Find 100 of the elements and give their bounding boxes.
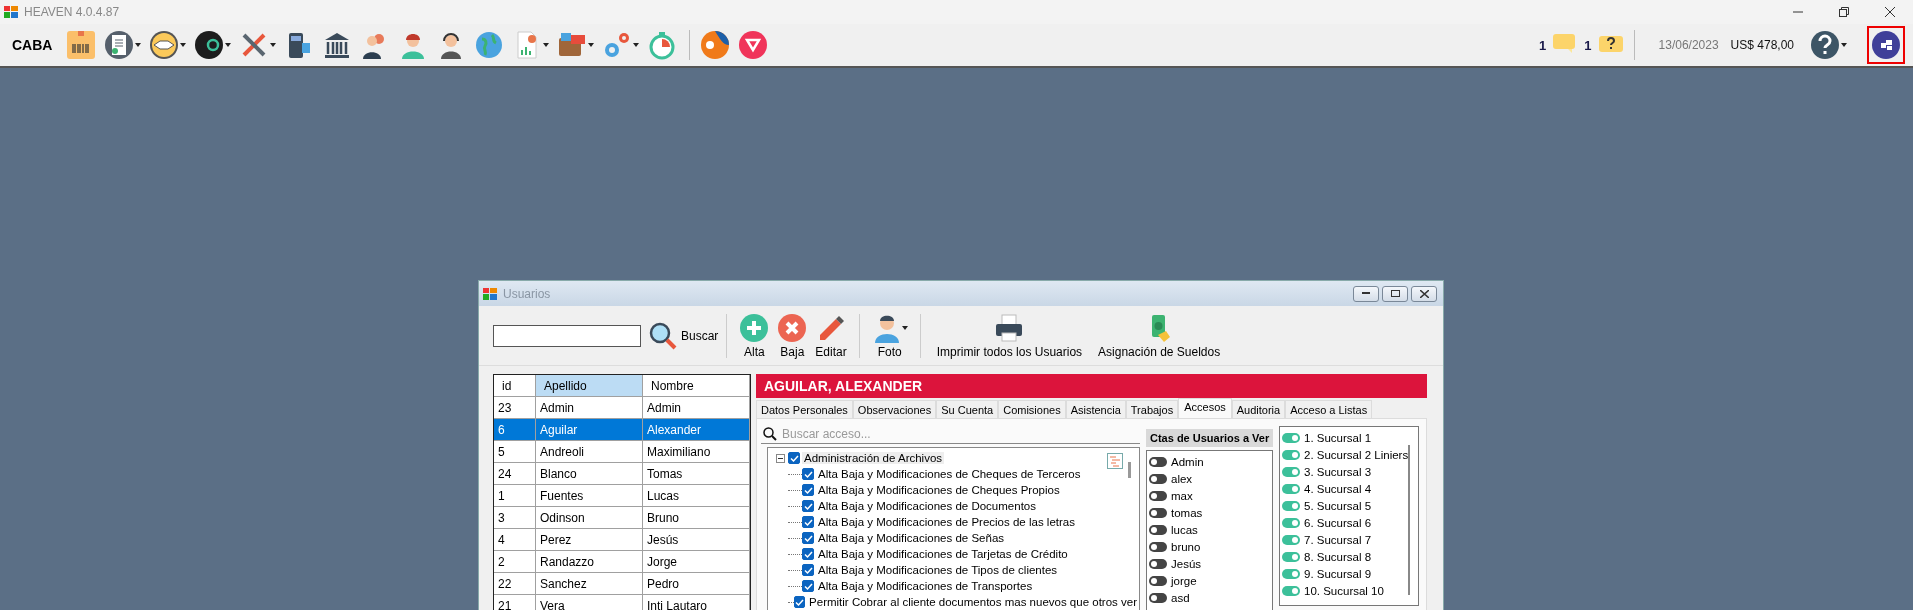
toggle-switch[interactable]: [1282, 517, 1300, 528]
close-button[interactable]: [1411, 285, 1437, 302]
table-cell[interactable]: 24: [494, 463, 536, 485]
app-button[interactable]: [738, 30, 769, 60]
tree-item-label[interactable]: Alta Baja y Modificaciones de Tipos de clientes: [816, 564, 1060, 576]
table-cell[interactable]: Bruno: [643, 507, 750, 529]
scrollbar-thumb[interactable]: [1408, 445, 1410, 595]
maximize-button[interactable]: [1382, 285, 1408, 302]
column-header[interactable]: Nombre: [643, 375, 750, 397]
toolbar-button[interactable]: Baja: [773, 312, 812, 359]
table-cell[interactable]: 6: [494, 419, 536, 441]
table-cell[interactable]: Aguilar: [536, 419, 643, 441]
checkbox[interactable]: [802, 500, 814, 512]
help-button[interactable]: [1810, 30, 1847, 60]
toggle-switch[interactable]: [1282, 449, 1300, 460]
checkbox[interactable]: [788, 452, 800, 464]
table-cell[interactable]: 5: [494, 441, 536, 463]
toggle-switch[interactable]: [1282, 534, 1300, 545]
toggle-switch[interactable]: [1282, 585, 1300, 596]
list-icon[interactable]: [1107, 453, 1123, 469]
tab[interactable]: Observaciones: [852, 400, 937, 418]
tree-item-label[interactable]: Administración de Archivos: [802, 452, 945, 464]
table-cell[interactable]: Blanco: [536, 463, 643, 485]
table-cell[interactable]: 3: [494, 507, 536, 529]
table-cell[interactable]: 23: [494, 397, 536, 419]
tree-item-label[interactable]: Alta Baja y Modificaciones de Señas: [816, 532, 1007, 544]
tree-item-label[interactable]: Alta Baja y Modificaciones de Transportes: [816, 580, 1035, 592]
table-cell[interactable]: 2: [494, 551, 536, 573]
toggle-switch[interactable]: [1282, 432, 1300, 443]
toggle-switch[interactable]: [1282, 500, 1300, 511]
toggle-switch[interactable]: [1149, 592, 1167, 603]
collapse-toggle[interactable]: [776, 453, 785, 463]
tree-item-label[interactable]: Alta Baja y Modificaciones de Precios de las letras: [816, 516, 1077, 528]
checkbox[interactable]: [802, 516, 814, 528]
table-cell[interactable]: Admin: [536, 397, 643, 419]
tree-item-label[interactable]: Alta Baja y Modificaciones de Cheques Propios: [816, 484, 1062, 496]
table-cell[interactable]: Perez: [536, 529, 643, 551]
toggle-switch[interactable]: [1149, 575, 1167, 586]
table-cell[interactable]: Admin: [643, 397, 750, 419]
column-header[interactable]: id: [494, 375, 536, 397]
toolbar-button[interactable]: Foto: [867, 312, 912, 359]
search-field[interactable]: [493, 324, 641, 347]
table-cell[interactable]: Randazzo: [536, 551, 643, 573]
tree-item-label[interactable]: Permitir Cobrar al cliente documentos mas nuevos que otros ver: [807, 596, 1139, 608]
tree-item-label[interactable]: Alta Baja y Modificaciones de Cheques de Terceros: [816, 468, 1083, 480]
tree-item-label[interactable]: Alta Baja y Modificaciones de Tarjetas de Crédito: [816, 548, 1070, 560]
toolbar-button[interactable]: [194, 30, 232, 60]
access-search-field[interactable]: Buscar acceso...: [780, 425, 1140, 443]
checkbox[interactable]: [802, 548, 814, 560]
tab[interactable]: Asistencia: [1065, 400, 1126, 418]
tree-item-label[interactable]: Alta Baja y Modificaciones de Documentos: [816, 500, 1038, 512]
checkbox[interactable]: [802, 532, 814, 544]
tab[interactable]: Acceso a Listas: [1285, 400, 1373, 418]
table-cell[interactable]: Lucas: [643, 485, 750, 507]
toggle-switch[interactable]: [1149, 473, 1167, 484]
table-cell[interactable]: Jesús: [643, 529, 750, 551]
toolbar-button[interactable]: Editar: [811, 312, 851, 359]
scrollbar-thumb[interactable]: [1128, 462, 1131, 478]
tab[interactable]: Comisiones: [998, 400, 1066, 418]
table-cell[interactable]: Pedro: [643, 573, 750, 595]
checkbox[interactable]: [802, 564, 814, 576]
toggle-switch[interactable]: [1149, 558, 1167, 569]
toggle-switch[interactable]: [1149, 541, 1167, 552]
checkbox[interactable]: [802, 484, 814, 496]
table-cell[interactable]: 1: [494, 485, 536, 507]
table-cell[interactable]: Maximiliano: [643, 441, 750, 463]
tab[interactable]: Accesos: [1178, 398, 1232, 418]
toolbar-button[interactable]: Alta: [735, 312, 774, 359]
table-cell[interactable]: 4: [494, 529, 536, 551]
search-button[interactable]: Buscar: [649, 321, 719, 350]
tab[interactable]: Trabajos: [1125, 400, 1179, 418]
column-header[interactable]: Apellido: [536, 375, 643, 397]
table-cell[interactable]: Jorge: [643, 551, 750, 573]
toggle-switch[interactable]: [1282, 568, 1300, 579]
toolbar-button[interactable]: [104, 30, 142, 60]
table-cell[interactable]: Alexander: [643, 419, 750, 441]
checkbox[interactable]: [802, 580, 814, 592]
toolbar-button[interactable]: Asignación de Sueldos: [1090, 312, 1229, 359]
table-cell[interactable]: Tomas: [643, 463, 750, 485]
table-cell[interactable]: Sanchez: [536, 573, 643, 595]
tab[interactable]: Datos Personales: [756, 400, 853, 418]
tab[interactable]: Auditoria: [1231, 400, 1286, 418]
toggle-switch[interactable]: [1149, 490, 1167, 501]
table-cell[interactable]: Andreoli: [536, 441, 643, 463]
toggle-switch[interactable]: [1282, 483, 1300, 494]
table-cell[interactable]: Fuentes: [536, 485, 643, 507]
table-cell[interactable]: 22: [494, 573, 536, 595]
checkbox[interactable]: [802, 468, 814, 480]
toggle-switch[interactable]: [1282, 466, 1300, 477]
minimize-button[interactable]: [1353, 285, 1379, 302]
checkbox[interactable]: [794, 596, 806, 608]
toggle-switch[interactable]: [1282, 551, 1300, 562]
toolbar-button[interactable]: Imprimir todos los Usuarios: [928, 312, 1091, 359]
toolbar-button[interactable]: [149, 30, 187, 60]
tab[interactable]: Su Cuenta: [936, 400, 999, 418]
app-button[interactable]: [700, 30, 731, 60]
table-cell[interactable]: Odinson: [536, 507, 643, 529]
toggle-switch[interactable]: [1149, 524, 1167, 535]
toggle-switch[interactable]: [1149, 456, 1167, 467]
toggle-switch[interactable]: [1149, 507, 1167, 518]
